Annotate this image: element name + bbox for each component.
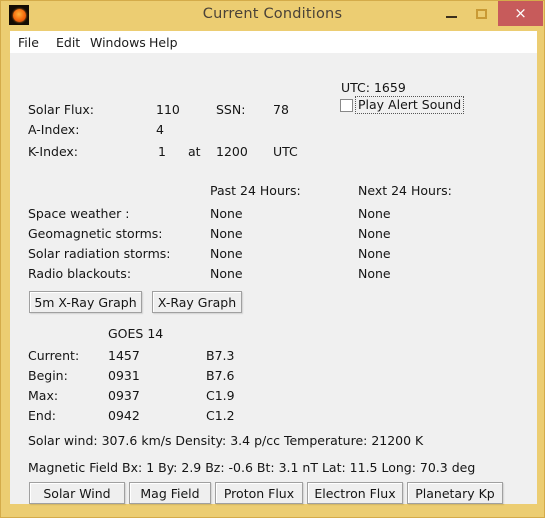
- condition-row-past: None: [210, 206, 243, 221]
- goes-row-class: C1.9: [206, 388, 235, 403]
- five-minute-xray-graph-button[interactable]: 5m X-Ray Graph: [29, 291, 142, 313]
- mag-field-button[interactable]: Mag Field: [129, 482, 211, 504]
- close-icon: ×: [514, 4, 527, 22]
- client-area: File Edit Windows Help UTC: 1659 Play Al…: [10, 31, 537, 504]
- goes-row-time: 0931: [108, 368, 140, 383]
- condition-row-label: Geomagnetic storms:: [28, 226, 163, 241]
- planetary-kp-button[interactable]: Planetary Kp: [407, 482, 503, 504]
- goes-row-time: 1457: [108, 348, 140, 363]
- k-index-time: 1200: [216, 144, 248, 159]
- goes-row-label: Begin:: [28, 368, 68, 383]
- a-index-value: 4: [156, 122, 164, 137]
- checkbox-box[interactable]: [340, 98, 353, 112]
- goes-row-label: Current:: [28, 348, 80, 363]
- condition-row-next: None: [358, 226, 391, 241]
- condition-row-next: None: [358, 266, 391, 281]
- solar-flux-label: Solar Flux:: [28, 102, 95, 117]
- condition-row-label: Radio blackouts:: [28, 266, 132, 281]
- k-index-label: K-Index:: [28, 144, 79, 159]
- electron-flux-button[interactable]: Electron Flux: [307, 482, 403, 504]
- goes-row-class: B7.3: [206, 348, 235, 363]
- goes-row-time: 0942: [108, 408, 140, 423]
- column-header-past-24h: Past 24 Hours:: [210, 183, 301, 198]
- solar-flux-value: 110: [156, 102, 180, 117]
- menu-item-help[interactable]: Help: [147, 35, 180, 50]
- application-window: Current Conditions × File Edit Windows H…: [0, 0, 545, 518]
- close-button[interactable]: ×: [498, 1, 543, 26]
- k-index-unit: UTC: [273, 144, 298, 159]
- menu-bar: File Edit Windows Help: [10, 32, 537, 53]
- magnetic-field-summary: Magnetic Field Bx: 1 By: 2.9 Bz: -0.6 Bt…: [28, 460, 476, 475]
- menu-item-windows[interactable]: Windows: [88, 35, 148, 50]
- content-panel: UTC: 1659 Play Alert Sound Solar Flux: 1…: [10, 53, 537, 504]
- condition-row-label: Space weather :: [28, 206, 130, 221]
- ssn-label: SSN:: [216, 102, 246, 117]
- condition-row-next: None: [358, 206, 391, 221]
- condition-row-past: None: [210, 226, 243, 241]
- menu-item-file[interactable]: File: [16, 35, 41, 50]
- utc-time: UTC: 1659: [341, 80, 406, 95]
- goes-row-class: C1.2: [206, 408, 235, 423]
- solar-wind-button[interactable]: Solar Wind: [29, 482, 125, 504]
- play-alert-sound-checkbox[interactable]: Play Alert Sound: [340, 96, 465, 114]
- proton-flux-button[interactable]: Proton Flux: [215, 482, 303, 504]
- condition-row-label: Solar radiation storms:: [28, 246, 171, 261]
- goes-satellite-label: GOES 14: [108, 326, 164, 341]
- solar-wind-summary: Solar wind: 307.6 km/s Density: 3.4 p/cc…: [28, 433, 424, 448]
- maximize-button[interactable]: [467, 1, 495, 26]
- goes-row-label: Max:: [28, 388, 59, 403]
- goes-row-time: 0937: [108, 388, 140, 403]
- condition-row-past: None: [210, 266, 243, 281]
- condition-row-past: None: [210, 246, 243, 261]
- ssn-value: 78: [273, 102, 289, 117]
- xray-graph-button[interactable]: X-Ray Graph: [152, 291, 242, 313]
- maximize-icon: [475, 8, 487, 19]
- minimize-button[interactable]: [437, 1, 465, 26]
- title-bar[interactable]: Current Conditions ×: [1, 1, 544, 31]
- play-alert-sound-label: Play Alert Sound: [355, 96, 465, 114]
- minimize-icon: [445, 15, 457, 18]
- goes-row-label: End:: [28, 408, 56, 423]
- k-index-at: at: [188, 144, 201, 159]
- menu-item-edit[interactable]: Edit: [54, 35, 82, 50]
- column-header-next-24h: Next 24 Hours:: [358, 183, 452, 198]
- k-index-value: 1: [158, 144, 166, 159]
- goes-row-class: B7.6: [206, 368, 235, 383]
- a-index-label: A-Index:: [28, 122, 80, 137]
- condition-row-next: None: [358, 246, 391, 261]
